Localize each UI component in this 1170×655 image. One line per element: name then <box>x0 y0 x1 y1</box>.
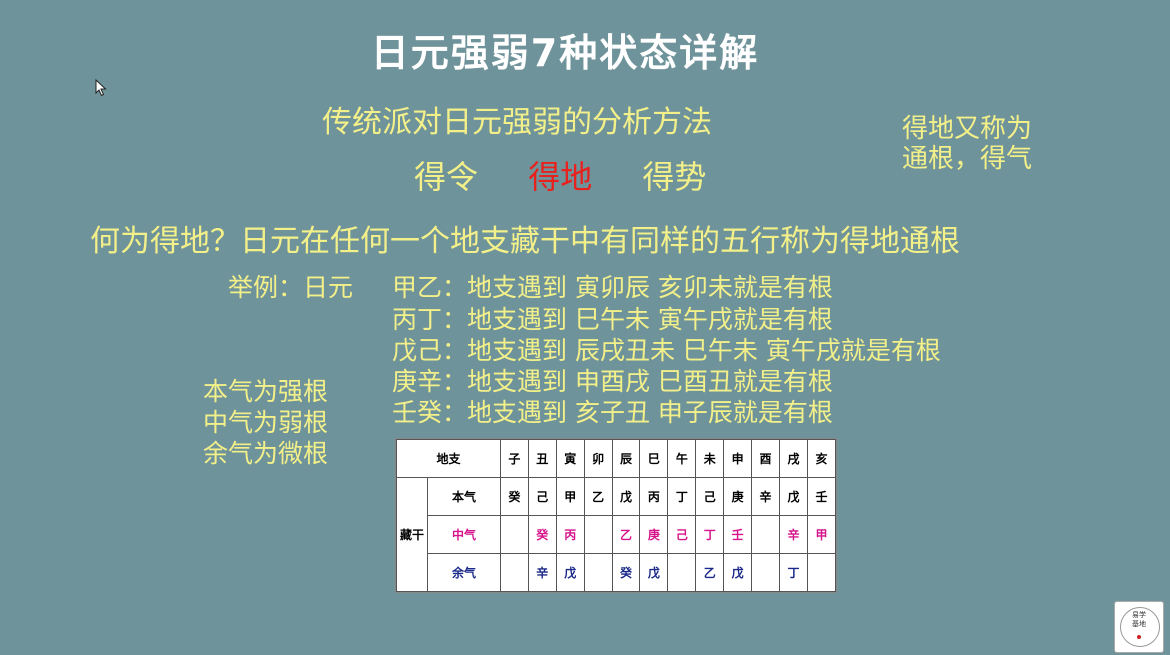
branch-cell: 酉 <box>751 439 780 478</box>
example-row: 壬癸：地支遇到 亥子丑 申子辰就是有根 <box>392 398 833 427</box>
row-label: 本气 <box>427 477 501 516</box>
root-notes: 本气为强根 中气为弱根 余气为微根 <box>203 376 328 469</box>
table-row: 中气癸丙乙庚己丁壬辛甲 <box>397 515 837 554</box>
branch-cell: 卯 <box>583 439 613 478</box>
stem-cell: 戊 <box>639 553 669 592</box>
branch-cell: 戌 <box>779 439 808 478</box>
branch-cell: 寅 <box>555 439 585 478</box>
stem-cell <box>751 515 780 554</box>
table-row: 余气辛戊癸戊乙戊丁 <box>397 553 837 592</box>
stem-cell: 癸 <box>499 477 529 516</box>
example-label: 举例：日元 <box>228 273 354 302</box>
stem-cell: 丁 <box>695 515 725 554</box>
stem-cell <box>499 515 529 554</box>
stem-cell: 己 <box>695 477 725 516</box>
term-deshi: 得势 <box>642 158 707 196</box>
stem-cell: 戊 <box>779 477 808 516</box>
slide-title: 日元强弱7种状态详解 <box>370 31 760 75</box>
stem-cell <box>583 553 613 592</box>
branch-cell: 申 <box>723 439 753 478</box>
stem-cell: 戊 <box>555 553 585 592</box>
canggan-table-grid: 地支子丑寅卯辰巳午未申酉戌亥藏干 本气癸己甲乙戊丙丁己庚辛戊壬中气癸丙乙庚己丁壬辛… <box>396 439 837 592</box>
stem-cell: 己 <box>667 515 697 554</box>
group-label: 藏干 <box>396 477 428 592</box>
canggan-table: 地支子丑寅卯辰巳午未申酉戌亥藏干 本气癸己甲乙戊丙丁己庚辛戊壬中气癸丙乙庚己丁壬辛… <box>395 438 837 593</box>
stem-cell: 戊 <box>723 553 753 592</box>
side-note-line: 得地又称为 <box>902 114 1033 144</box>
table-header-row: 地支子丑寅卯辰巳午未申酉戌亥 <box>396 439 837 478</box>
branch-cell: 午 <box>667 439 697 478</box>
row-label: 余气 <box>427 553 501 592</box>
stem-cell: 壬 <box>806 477 837 516</box>
channel-logo: 易学 基地 <box>1114 601 1164 653</box>
question-text: 何为得地？日元在任何一个地支藏干中有同样的五行称为得地通根 <box>90 224 960 259</box>
stem-cell: 辛 <box>779 515 808 554</box>
stem-cell: 丙 <box>555 515 585 554</box>
root-note: 余气为微根 <box>203 439 329 468</box>
root-note: 中气为弱根 <box>203 408 329 437</box>
stem-cell: 庚 <box>639 515 669 554</box>
stem-cell: 癸 <box>611 553 641 592</box>
row-label: 中气 <box>427 515 501 554</box>
branch-cell: 丑 <box>527 439 557 478</box>
logo-text: 易学 <box>1132 611 1146 619</box>
logo-text: 基地 <box>1132 620 1146 628</box>
stem-cell: 乙 <box>583 477 613 516</box>
stem-cell: 丁 <box>779 553 808 592</box>
example-row: 甲乙：地支遇到 寅卯辰 亥卯未就是有根 <box>392 273 833 302</box>
root-note: 本气为强根 <box>203 377 329 406</box>
stem-cell <box>583 515 613 554</box>
branch-cell: 巳 <box>639 439 669 478</box>
branch-cell: 亥 <box>806 439 837 478</box>
branch-cell: 辰 <box>611 439 641 478</box>
slide-subtitle: 传统派对日元强弱的分析方法 <box>322 105 712 140</box>
side-note: 得地又称为 通根，得气 <box>902 114 1032 174</box>
side-note-line: 通根，得气 <box>902 144 1033 174</box>
stem-cell: 壬 <box>723 515 753 554</box>
stem-cell: 丙 <box>639 477 669 516</box>
stem-cell <box>499 553 529 592</box>
stem-cell <box>806 553 837 592</box>
branch-cell: 子 <box>499 439 529 478</box>
stem-cell: 甲 <box>555 477 585 516</box>
stem-cell: 甲 <box>806 515 837 554</box>
stem-cell: 乙 <box>695 553 725 592</box>
stem-cell <box>751 553 780 592</box>
stem-cell: 丁 <box>667 477 697 516</box>
stem-cell: 辛 <box>527 553 557 592</box>
term-dedi: 得地 <box>528 158 593 196</box>
stem-cell <box>667 553 697 592</box>
stem-cell: 乙 <box>611 515 641 554</box>
table-row: 藏干 本气癸己甲乙戊丙丁己庚辛戊壬 <box>396 477 837 592</box>
stem-cell: 辛 <box>751 477 780 516</box>
stem-cell: 庚 <box>723 477 753 516</box>
table-header-label: 地支 <box>396 439 501 478</box>
stem-cell: 己 <box>527 477 557 516</box>
stem-cell: 戊 <box>611 477 641 516</box>
branch-cell: 未 <box>695 439 725 478</box>
term-deling: 得令 <box>414 158 479 196</box>
method-terms: 得令 得地 得势 <box>414 152 746 198</box>
stem-cell: 癸 <box>527 515 557 554</box>
